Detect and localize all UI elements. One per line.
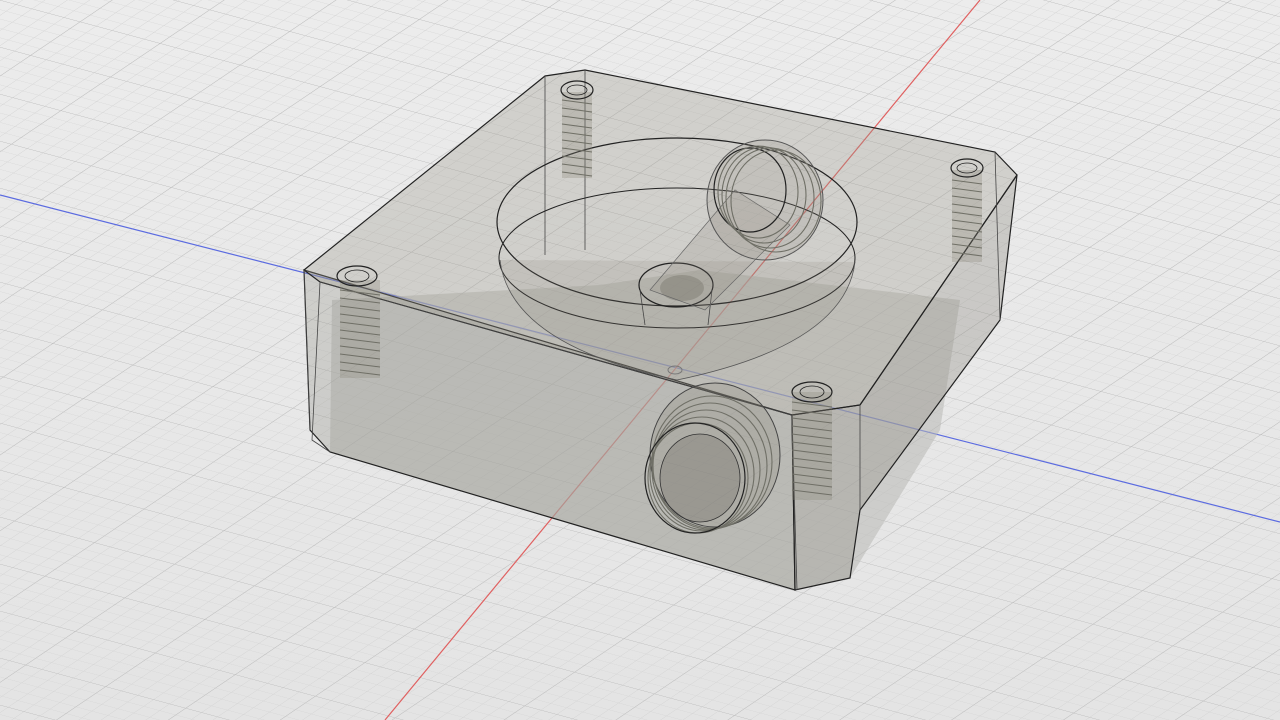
- threaded-post-front[interactable]: [791, 381, 833, 500]
- 3d-viewport[interactable]: [0, 0, 1280, 720]
- rear-threaded-port[interactable]: [706, 139, 824, 261]
- viewport-canvas[interactable]: [0, 0, 1280, 720]
- threaded-post-left[interactable]: [336, 265, 381, 378]
- threaded-post-rear-left[interactable]: [560, 80, 594, 178]
- threaded-post-right[interactable]: [950, 158, 984, 262]
